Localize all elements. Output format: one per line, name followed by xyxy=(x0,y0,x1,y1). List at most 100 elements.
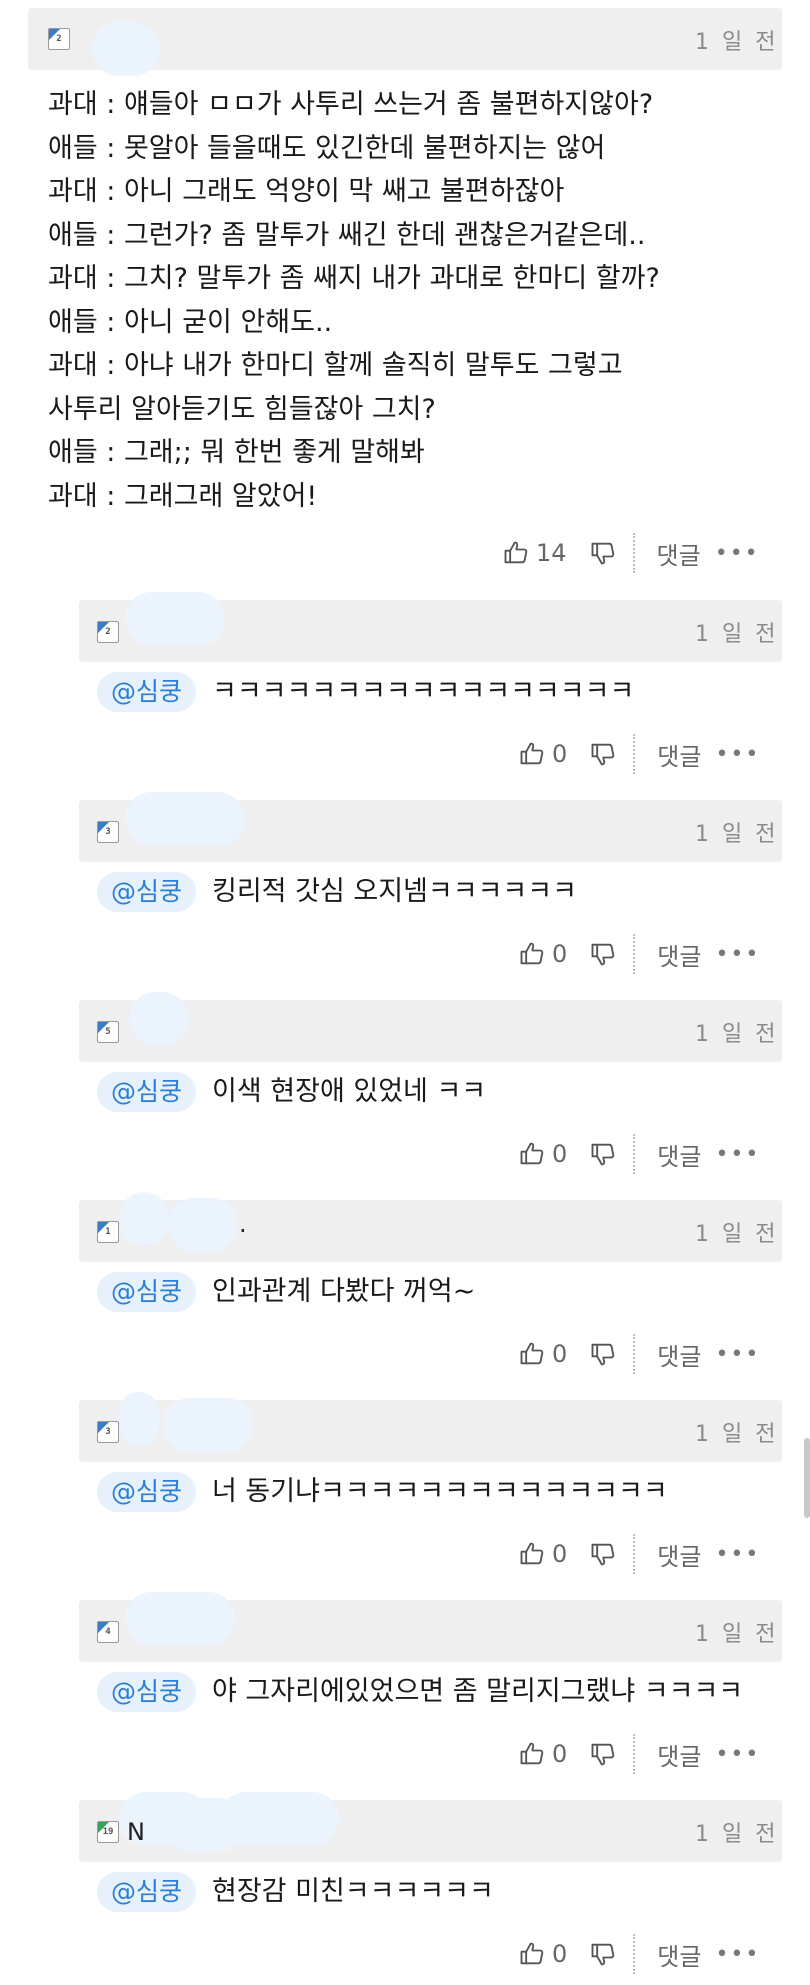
level-badge-icon: 2 xyxy=(48,28,70,50)
mention-tag[interactable]: @심쿵 xyxy=(97,1272,197,1312)
thumbs-up-icon[interactable] xyxy=(518,740,546,768)
reply-time: 1 일 전 xyxy=(695,1222,779,1247)
nickname-redacted[interactable] xyxy=(125,1592,235,1646)
reply-text: 현장감 미친ㅋㅋㅋㅋㅋㅋ xyxy=(212,1876,494,1907)
more-options-button[interactable]: ••• xyxy=(715,942,760,967)
thumbs-up-icon[interactable] xyxy=(502,539,530,567)
mention-tag[interactable]: @심쿵 xyxy=(97,872,197,912)
reply-button[interactable]: 댓글 xyxy=(657,1137,701,1172)
comment-line: 과대 : 아니 그래도 억양이 막 쌔고 불편하잖아 xyxy=(48,176,565,207)
like-count: 0 xyxy=(552,1540,568,1568)
thumbs-up-icon[interactable] xyxy=(518,1540,546,1568)
nickname-redacted[interactable] xyxy=(129,992,189,1046)
reply-header: 5 1 일 전 xyxy=(79,992,782,1062)
level-badge-icon: 3 xyxy=(97,821,119,843)
reply-header: 4 1 일 전 xyxy=(79,1592,782,1662)
thumbs-down-icon[interactable] xyxy=(589,740,617,768)
reply-time: 1 일 전 xyxy=(695,1822,779,1847)
comment-time: 1 일 전 xyxy=(695,30,779,55)
thumbs-up-icon[interactable] xyxy=(518,1740,546,1768)
comment-line: 과대 : 얘들아 ㅁㅁ가 사투리 쓰는거 좀 불편하지않아? xyxy=(48,89,654,120)
thumbs-down-icon[interactable] xyxy=(589,1940,617,1968)
thumbs-up-icon[interactable] xyxy=(518,1340,546,1368)
reply-text: 야 그자리에있었으면 좀 말리지그랬냐 ㅋㅋㅋㅋ xyxy=(212,1676,744,1707)
nickname-redacted[interactable] xyxy=(125,592,225,646)
mention-tag[interactable]: @심쿵 xyxy=(97,1472,197,1512)
mention-tag[interactable]: @심쿵 xyxy=(97,1072,197,1112)
action-divider xyxy=(633,934,636,974)
comment-line: 과대 : 그래그래 알았어! xyxy=(48,481,318,512)
reply-text: 너 동기냐ㅋㅋㅋㅋㅋㅋㅋㅋㅋㅋㅋㅋㅋㅋ xyxy=(212,1476,668,1507)
scrollbar-thumb[interactable] xyxy=(804,1438,810,1518)
thumbs-up-icon[interactable] xyxy=(518,1940,546,1968)
reply-time: 1 일 전 xyxy=(695,1622,779,1647)
nickname-text[interactable]: N xyxy=(127,1818,145,1846)
comment-actions: 14 댓글 ••• xyxy=(502,531,760,575)
level-badge-icon: 3 xyxy=(97,1421,119,1443)
nickname-text[interactable]: . xyxy=(239,1210,247,1238)
reply-actions: 0 댓글 ••• xyxy=(518,1532,760,1576)
reply-button[interactable]: 댓글 xyxy=(657,1737,701,1772)
mention-tag[interactable]: @심쿵 xyxy=(97,1872,197,1912)
thumbs-down-icon[interactable] xyxy=(589,1140,617,1168)
like-count: 0 xyxy=(552,740,568,768)
comment-line: 애들 : 아니 굳이 안해도.. xyxy=(48,307,333,338)
action-divider xyxy=(632,533,635,573)
reply-button[interactable]: 댓글 xyxy=(657,937,701,972)
reply-time: 1 일 전 xyxy=(695,622,779,647)
reply-time: 1 일 전 xyxy=(695,822,779,847)
level-badge-icon: 5 xyxy=(97,1021,119,1043)
nickname-redacted[interactable] xyxy=(92,22,160,76)
more-options-button[interactable]: ••• xyxy=(715,1942,760,1967)
nickname-redacted[interactable] xyxy=(125,792,245,846)
like-count: 14 xyxy=(536,539,567,567)
comment-line: 애들 : 그런가? 좀 말투가 쌔긴 한데 괜찮은거같은데.. xyxy=(48,220,646,251)
nickname-redacted[interactable] xyxy=(167,1198,237,1252)
reply-text: 이색 현장애 있었네 ㅋㅋ xyxy=(212,1076,487,1107)
like-count: 0 xyxy=(552,940,568,968)
level-badge-icon: 19 xyxy=(97,1821,119,1843)
reply-actions: 0 댓글 ••• xyxy=(518,1932,760,1976)
thumbs-down-icon[interactable] xyxy=(589,1540,617,1568)
mention-tag[interactable]: @심쿵 xyxy=(97,672,197,712)
nickname-redacted[interactable] xyxy=(119,1192,169,1246)
like-count: 0 xyxy=(552,1340,568,1368)
reply-button[interactable]: 댓글 xyxy=(657,1537,701,1572)
reply-button[interactable]: 댓글 xyxy=(657,1337,701,1372)
thumbs-up-icon[interactable] xyxy=(518,940,546,968)
nickname-redacted[interactable] xyxy=(119,1392,159,1446)
more-options-button[interactable]: ••• xyxy=(715,1542,760,1567)
more-options-button[interactable]: ••• xyxy=(715,742,760,767)
thumbs-up-icon[interactable] xyxy=(518,1140,546,1168)
more-options-button[interactable]: ••• xyxy=(715,541,760,566)
nickname-redacted[interactable] xyxy=(219,1792,339,1846)
reply-actions: 0 댓글 ••• xyxy=(518,1332,760,1376)
comment-line: 과대 : 그치? 말투가 좀 쌔지 내가 과대로 한마디 할까? xyxy=(48,263,660,294)
thumbs-down-icon[interactable] xyxy=(589,940,617,968)
reply-text: 인과관계 다봤다 꺼억~ xyxy=(212,1276,476,1307)
like-count: 0 xyxy=(552,1140,568,1168)
reply-actions: 0 댓글 ••• xyxy=(518,1132,760,1176)
action-divider xyxy=(633,1534,636,1574)
reply-actions: 0 댓글 ••• xyxy=(518,932,760,976)
action-divider xyxy=(633,1334,636,1374)
thumbs-down-icon[interactable] xyxy=(589,1340,617,1368)
comment-header: 2 1 일 전 xyxy=(28,8,782,76)
reply-header: 1. 1 일 전 xyxy=(79,1192,782,1262)
mention-tag[interactable]: @심쿵 xyxy=(97,1672,197,1712)
comment-line: 과대 : 아냐 내가 한마디 할께 솔직히 말투도 그렇고 xyxy=(48,350,623,381)
more-options-button[interactable]: ••• xyxy=(715,1142,760,1167)
comment-line: 애들 : 못알아 들을때도 있긴한데 불편하지는 않어 xyxy=(48,133,606,164)
action-divider xyxy=(633,1734,636,1774)
reply-text: ㅋㅋㅋㅋㅋㅋㅋㅋㅋㅋㅋㅋㅋㅋㅋㅋㅋ xyxy=(212,676,635,707)
reply-button[interactable]: 댓글 xyxy=(657,1937,701,1972)
reply-button[interactable]: 댓글 xyxy=(657,536,701,571)
thumbs-down-icon[interactable] xyxy=(589,1740,617,1768)
more-options-button[interactable]: ••• xyxy=(715,1742,760,1767)
reply-time: 1 일 전 xyxy=(695,1422,779,1447)
nickname-redacted[interactable] xyxy=(163,1398,253,1452)
thumbs-down-icon[interactable] xyxy=(589,539,617,567)
comment-line: 사투리 알아듣기도 힘들잖아 그치? xyxy=(48,394,436,425)
reply-button[interactable]: 댓글 xyxy=(657,737,701,772)
more-options-button[interactable]: ••• xyxy=(715,1342,760,1367)
